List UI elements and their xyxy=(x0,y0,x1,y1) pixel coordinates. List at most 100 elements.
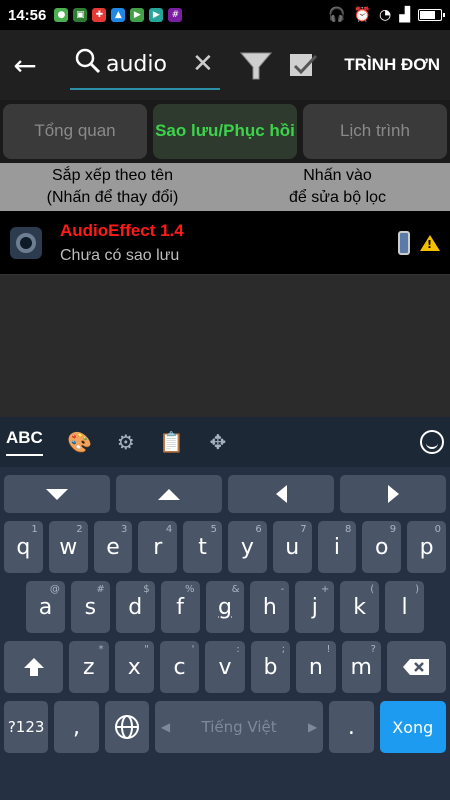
key-k[interactable]: (k xyxy=(340,581,380,633)
key-label: t xyxy=(198,534,207,560)
tab-schedule[interactable]: Lịch trình xyxy=(303,104,447,159)
select-all-check-icon[interactable] xyxy=(288,50,318,80)
app-list: AudioEffect 1.4 Chưa có sao lưu xyxy=(0,211,450,417)
period-key[interactable]: . xyxy=(329,701,374,753)
key-t[interactable]: 5t xyxy=(183,521,222,573)
search-input[interactable] xyxy=(106,51,186,77)
key-x[interactable]: " x xyxy=(114,641,154,693)
notification-icon: ● xyxy=(54,8,69,22)
done-key[interactable]: Xong xyxy=(379,701,446,753)
key-i[interactable]: 8i xyxy=(317,521,357,573)
emoji-icon[interactable] xyxy=(420,430,444,454)
key-m[interactable]: ? m xyxy=(341,641,381,693)
arrow-left-key[interactable] xyxy=(228,475,334,513)
arrow-left-icon xyxy=(275,485,287,503)
key-d[interactable]: $ d xyxy=(115,581,155,633)
key-u[interactable]: 7u xyxy=(272,521,312,573)
key-w[interactable]: 2w xyxy=(48,521,88,573)
status-time: 14:56 xyxy=(8,6,47,24)
key-hint: ) xyxy=(415,584,420,595)
space-key[interactable]: ◀ Tiếng Việt ▶ xyxy=(154,701,324,753)
key-hint: ' xyxy=(191,644,195,655)
symbols-key[interactable]: ?123 xyxy=(4,701,49,753)
key-z[interactable]: * z xyxy=(69,641,109,693)
key-label: j xyxy=(311,594,318,620)
key-label: c xyxy=(173,654,186,680)
key-row-2: @ a # s $ d% f & g - h + j(k) l xyxy=(0,581,450,633)
key-l[interactable]: ) l xyxy=(385,581,425,633)
key-q[interactable]: 1q xyxy=(4,521,43,573)
move-cursor-icon[interactable]: ✥ xyxy=(195,430,241,454)
battery-icon xyxy=(418,9,445,21)
key-s[interactable]: # s xyxy=(70,581,110,633)
arrow-up-key[interactable] xyxy=(116,475,222,513)
key-a[interactable]: @ a xyxy=(26,581,65,633)
drive-icon: ▲ xyxy=(111,8,126,22)
key-hint: $ xyxy=(143,584,150,595)
notification-icon: ✚ xyxy=(92,8,107,22)
key-label: g xyxy=(218,594,232,620)
arrow-right-key[interactable] xyxy=(340,475,446,513)
key-f[interactable]: % f xyxy=(160,581,200,633)
key-hint: ; xyxy=(281,644,286,655)
key-hint: # xyxy=(96,584,105,595)
edit-filter-button[interactable]: Nhấn vào để sửa bộ lọc xyxy=(225,163,450,211)
backspace-key[interactable] xyxy=(386,641,447,693)
key-h[interactable]: -h xyxy=(250,581,290,633)
key-n[interactable]: ! n xyxy=(296,641,336,693)
language-key[interactable] xyxy=(104,701,149,753)
back-arrow-icon[interactable]: ← xyxy=(0,30,50,100)
key-j[interactable]: + j xyxy=(295,581,335,633)
arrow-down-key[interactable] xyxy=(4,475,110,513)
key-label: n xyxy=(308,654,323,680)
search-icon xyxy=(70,48,106,80)
tab-backup-restore[interactable]: Sao lưu/Phục hồi xyxy=(153,104,297,159)
key-c[interactable]: ' c xyxy=(159,641,200,693)
key-hint: 5 xyxy=(210,524,217,535)
clear-search-icon[interactable]: ✕ xyxy=(192,49,214,79)
key-hint: 7 xyxy=(300,524,307,535)
gear-icon[interactable]: ⚙ xyxy=(103,430,149,454)
backspace-icon xyxy=(403,659,430,675)
shift-key[interactable] xyxy=(4,641,64,693)
key-label: f xyxy=(176,594,184,620)
key-label: h xyxy=(262,594,277,620)
signal-icon: ▟ xyxy=(399,7,410,23)
key-label: a xyxy=(38,594,53,620)
notification-icon: ▣ xyxy=(73,8,88,22)
key-label: m xyxy=(350,654,372,680)
sort-hint: (Nhấn để thay đổi) xyxy=(46,189,179,206)
key-label: z xyxy=(83,654,95,680)
headphones-icon: 🎧 xyxy=(328,7,346,23)
key-y[interactable]: 6y xyxy=(227,521,267,573)
key-label: i xyxy=(333,534,341,560)
key-e[interactable]: 3e xyxy=(93,521,133,573)
key-hint: & xyxy=(231,584,240,595)
action-bar: ← ✕ TRÌNH ĐƠN xyxy=(0,30,450,100)
clipboard-icon[interactable]: 📋 xyxy=(149,430,195,454)
filter-funnel-icon[interactable] xyxy=(238,47,274,83)
menu-button[interactable]: TRÌNH ĐƠN xyxy=(344,55,440,75)
key-g[interactable]: & g xyxy=(205,581,245,633)
key-b[interactable]: ; b xyxy=(250,641,291,693)
key-label: o xyxy=(375,534,389,560)
key-r[interactable]: 4r xyxy=(138,521,178,573)
key-hint: 0 xyxy=(434,524,441,535)
key-hint: 2 xyxy=(76,524,83,535)
keyboard: ABC 🎨 ⚙ 📋 ✥ 1q2w3e4r5t6y7u8i9o0p @ a # s $ d%… xyxy=(0,417,450,800)
sort-button[interactable]: Sắp xếp theo tên (Nhấn để thay đổi) xyxy=(0,163,225,211)
key-o[interactable]: 9o xyxy=(362,521,402,573)
comma-key[interactable]: , xyxy=(54,701,99,753)
search-box[interactable]: ✕ xyxy=(70,40,220,90)
tab-overview[interactable]: Tổng quan xyxy=(3,104,147,159)
key-hint: @ xyxy=(49,584,60,595)
palette-icon[interactable]: 🎨 xyxy=(57,430,103,454)
list-item[interactable]: AudioEffect 1.4 Chưa có sao lưu xyxy=(0,211,450,275)
keyboard-mode-abc[interactable]: ABC xyxy=(6,428,43,456)
arrow-down-icon xyxy=(46,488,68,500)
key-hint: - xyxy=(280,584,285,595)
key-p[interactable]: 0p xyxy=(407,521,446,573)
key-label: v xyxy=(218,654,232,680)
key-v[interactable]: :v xyxy=(205,641,245,693)
app-name: AudioEffect 1.4 xyxy=(60,220,184,240)
